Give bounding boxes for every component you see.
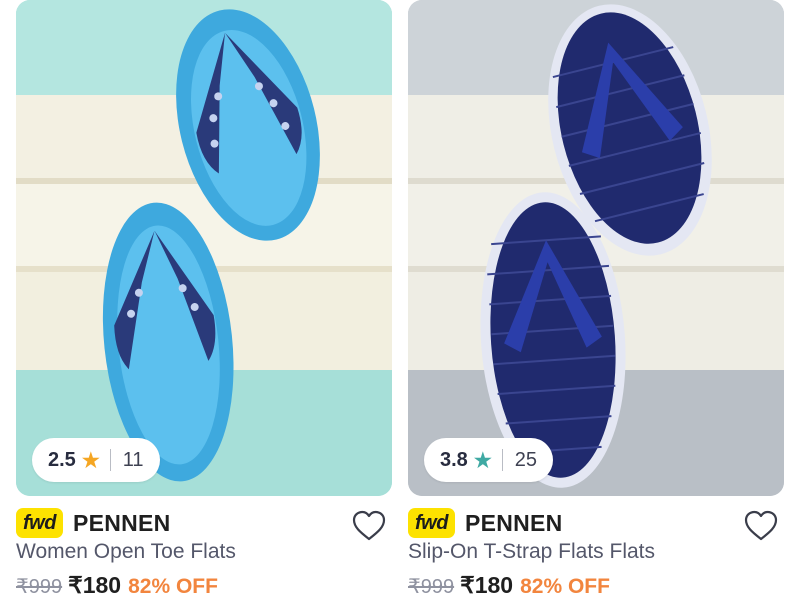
heart-outline-icon[interactable]	[744, 510, 778, 542]
brand-name: PENNEN	[464, 509, 563, 536]
product-image[interactable]: 3.8 ★ 25	[408, 0, 784, 496]
heart-outline-icon[interactable]	[352, 510, 386, 542]
divider	[501, 449, 503, 471]
selling-price: ₹180	[68, 572, 122, 598]
product-info[interactable]: fwd PENNEN Women Open Toe Flats ₹999 ₹18…	[16, 500, 392, 612]
rating-pill: 3.8 ★ 25	[424, 438, 553, 482]
mrp-price: ₹999	[16, 576, 63, 598]
product-card[interactable]: 3.8 ★ 25 fwd PENNEN Slip-On T-Strap Flat…	[408, 0, 784, 612]
rating-count: 25	[514, 448, 537, 471]
discount-label: 82% OFF	[520, 575, 610, 598]
divider	[109, 449, 111, 471]
price-row: ₹999 ₹180 82% OFF	[408, 572, 610, 599]
rating-value: 2.5	[48, 448, 76, 471]
product-card[interactable]: 2.5 ★ 11 fwd PENNEN Women Open Toe Flats…	[16, 0, 392, 612]
price-row: ₹999 ₹180 82% OFF	[16, 572, 218, 599]
fwd-badge: fwd	[408, 508, 455, 538]
discount-label: 82% OFF	[128, 575, 218, 598]
selling-price: ₹180	[460, 572, 514, 598]
fwd-badge: fwd	[16, 508, 63, 538]
product-info[interactable]: fwd PENNEN Slip-On T-Strap Flats Flats ₹…	[408, 500, 784, 612]
star-icon: ★	[81, 449, 100, 472]
rating-pill: 2.5 ★ 11	[32, 438, 160, 482]
rating-count: 11	[122, 448, 144, 471]
mrp-price: ₹999	[408, 576, 455, 598]
rating-value: 3.8	[440, 448, 468, 471]
brand-row: fwd PENNEN	[408, 508, 563, 538]
product-name: Slip-On T-Strap Flats Flats	[408, 540, 656, 563]
brand-row: fwd PENNEN	[16, 508, 171, 538]
brand-name: PENNEN	[72, 509, 171, 536]
product-name: Women Open Toe Flats	[16, 540, 236, 563]
product-image[interactable]: 2.5 ★ 11	[16, 0, 392, 496]
star-icon: ★	[473, 449, 492, 472]
